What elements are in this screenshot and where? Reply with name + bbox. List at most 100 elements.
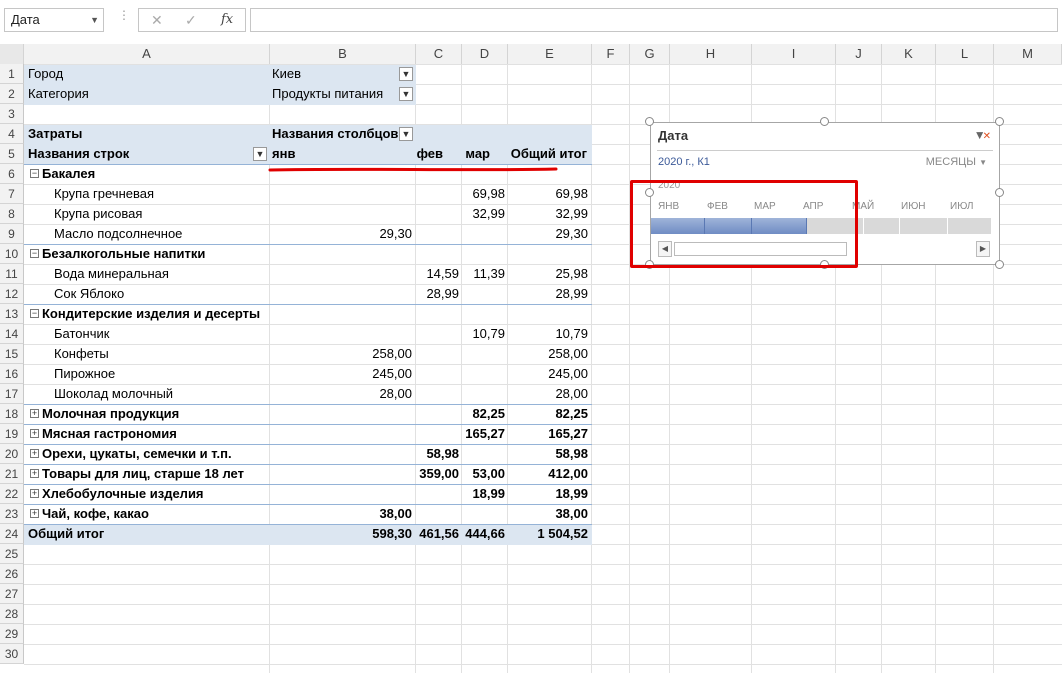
timeline-period-6[interactable] bbox=[900, 218, 948, 234]
pivot-row-text: Сок Яблоко bbox=[54, 286, 125, 301]
scroll-right-icon[interactable]: ▶ bbox=[976, 241, 990, 257]
insert-function-icon[interactable]: fx bbox=[221, 12, 233, 27]
row-header-7[interactable]: 7 bbox=[0, 184, 24, 204]
row-header-24[interactable]: 24 bbox=[0, 524, 24, 544]
name-box[interactable]: Дата ▼ bbox=[4, 8, 104, 32]
pivot-row-label: Крупа рисовая bbox=[54, 204, 142, 224]
expand-icon[interactable]: + bbox=[30, 489, 39, 499]
expand-icon[interactable]: + bbox=[30, 509, 39, 519]
row-header-13[interactable]: 13 bbox=[0, 304, 24, 324]
column-header-a[interactable]: A bbox=[24, 44, 270, 64]
row-header-1[interactable]: 1 bbox=[0, 64, 24, 84]
row-header-2[interactable]: 2 bbox=[0, 84, 24, 104]
pivot-value: 82,25 bbox=[555, 406, 588, 421]
row-header-3[interactable]: 3 bbox=[0, 104, 24, 124]
pivot-row-label: Батончик bbox=[54, 324, 109, 344]
pivot-value: 14,59 bbox=[426, 266, 459, 281]
column-header-h[interactable]: H bbox=[670, 44, 752, 64]
column-header-e[interactable]: E bbox=[508, 44, 592, 64]
column-header-b[interactable]: B bbox=[270, 44, 416, 64]
pivot-value: 29,30 bbox=[379, 226, 412, 241]
column-header-c[interactable]: C bbox=[416, 44, 462, 64]
select-all-corner[interactable] bbox=[0, 44, 24, 64]
row-header-18[interactable]: 18 bbox=[0, 404, 24, 424]
resize-handle[interactable] bbox=[995, 117, 1004, 126]
pivot-row-text: Молочная продукция bbox=[42, 406, 180, 421]
column-header-f[interactable]: F bbox=[592, 44, 630, 64]
row-header-5[interactable]: 5 bbox=[0, 144, 24, 164]
expand-icon[interactable]: + bbox=[30, 409, 39, 419]
annotation-box bbox=[630, 180, 858, 268]
pivot-column-labels: Названия столбцов bbox=[272, 126, 399, 141]
filter-dropdown-icon[interactable]: ▼ bbox=[399, 87, 413, 101]
row-header-20[interactable]: 20 bbox=[0, 444, 24, 464]
confirm-icon[interactable]: ✓ bbox=[185, 12, 197, 29]
cancel-icon[interactable]: ✕ bbox=[151, 12, 163, 29]
timeline-period-5[interactable] bbox=[864, 218, 900, 234]
column-header-k[interactable]: K bbox=[882, 44, 936, 64]
row-header-29[interactable]: 29 bbox=[0, 624, 24, 644]
pivot-value: 10,79 bbox=[472, 326, 505, 341]
row-header-30[interactable]: 30 bbox=[0, 644, 24, 664]
column-header-d[interactable]: D bbox=[462, 44, 508, 64]
row-header-21[interactable]: 21 bbox=[0, 464, 24, 484]
pivot-row-label: Шоколад молочный bbox=[54, 384, 173, 404]
chevron-down-icon[interactable]: ▼ bbox=[90, 9, 99, 31]
row-header-6[interactable]: 6 bbox=[0, 164, 24, 184]
timeline-level-selector[interactable]: МЕСЯЦЫ ▼ bbox=[926, 156, 987, 168]
formula-buttons: ✕ ✓ fx bbox=[138, 8, 246, 32]
column-header-m[interactable]: M bbox=[994, 44, 1062, 64]
filter-dropdown-icon[interactable]: ▼ bbox=[399, 67, 413, 81]
row-header-26[interactable]: 26 bbox=[0, 564, 24, 584]
row-header-16[interactable]: 16 bbox=[0, 364, 24, 384]
row-header-19[interactable]: 19 bbox=[0, 424, 24, 444]
pivot-value: 28,99 bbox=[426, 286, 459, 301]
formula-input[interactable] bbox=[250, 8, 1058, 32]
row-header-8[interactable]: 8 bbox=[0, 204, 24, 224]
row-header-14[interactable]: 14 bbox=[0, 324, 24, 344]
row-header-28[interactable]: 28 bbox=[0, 604, 24, 624]
pivot-filter-band bbox=[24, 65, 416, 85]
pivot-row-label: Вода минеральная bbox=[54, 264, 169, 284]
row-header-9[interactable]: 9 bbox=[0, 224, 24, 244]
column-header-l[interactable]: L bbox=[936, 44, 994, 64]
row-header-11[interactable]: 11 bbox=[0, 264, 24, 284]
timeline-period-7[interactable] bbox=[948, 218, 992, 234]
clear-filter-icon[interactable]: ▼✕ bbox=[974, 128, 991, 142]
pivot-row-text: Крупа рисовая bbox=[54, 206, 143, 221]
column-header-i[interactable]: I bbox=[752, 44, 836, 64]
row-header-23[interactable]: 23 bbox=[0, 504, 24, 524]
resize-handle[interactable] bbox=[820, 117, 829, 126]
resize-handle[interactable] bbox=[995, 260, 1004, 269]
column-filter-icon[interactable]: ▼ bbox=[399, 127, 413, 141]
pivot-value: 38,00 bbox=[555, 506, 588, 521]
row-header-12[interactable]: 12 bbox=[0, 284, 24, 304]
resize-handle[interactable] bbox=[995, 188, 1004, 197]
expand-icon[interactable]: + bbox=[30, 429, 39, 439]
pivot-row-label: + Мясная гастрономия bbox=[30, 424, 177, 444]
pivot-row-text: Масло подсолнечное bbox=[54, 226, 183, 241]
column-header-g[interactable]: G bbox=[630, 44, 670, 64]
pivot-value: 10,79 bbox=[555, 326, 588, 341]
pivot-value: 28,00 bbox=[555, 386, 588, 401]
pivot-value: 25,98 bbox=[555, 266, 588, 281]
row-filter-icon[interactable]: ▼ bbox=[253, 147, 267, 161]
row-header-22[interactable]: 22 bbox=[0, 484, 24, 504]
pivot-value: 69,98 bbox=[472, 186, 505, 201]
row-header-17[interactable]: 17 bbox=[0, 384, 24, 404]
row-header-10[interactable]: 10 bbox=[0, 244, 24, 264]
collapse-icon[interactable]: − bbox=[30, 249, 39, 259]
pivot-row-label: + Чай, кофе, какао bbox=[30, 504, 149, 524]
expand-icon[interactable]: + bbox=[30, 469, 39, 479]
column-header-j[interactable]: J bbox=[836, 44, 882, 64]
expand-icon[interactable]: + bbox=[30, 449, 39, 459]
resize-handle[interactable] bbox=[645, 117, 654, 126]
pivot-value: 444,66 bbox=[465, 526, 505, 541]
filter-label: Город bbox=[28, 66, 64, 81]
collapse-icon[interactable]: − bbox=[30, 309, 39, 319]
collapse-icon[interactable]: − bbox=[30, 169, 39, 179]
row-header-15[interactable]: 15 bbox=[0, 344, 24, 364]
row-header-4[interactable]: 4 bbox=[0, 124, 24, 144]
row-header-25[interactable]: 25 bbox=[0, 544, 24, 564]
row-header-27[interactable]: 27 bbox=[0, 584, 24, 604]
